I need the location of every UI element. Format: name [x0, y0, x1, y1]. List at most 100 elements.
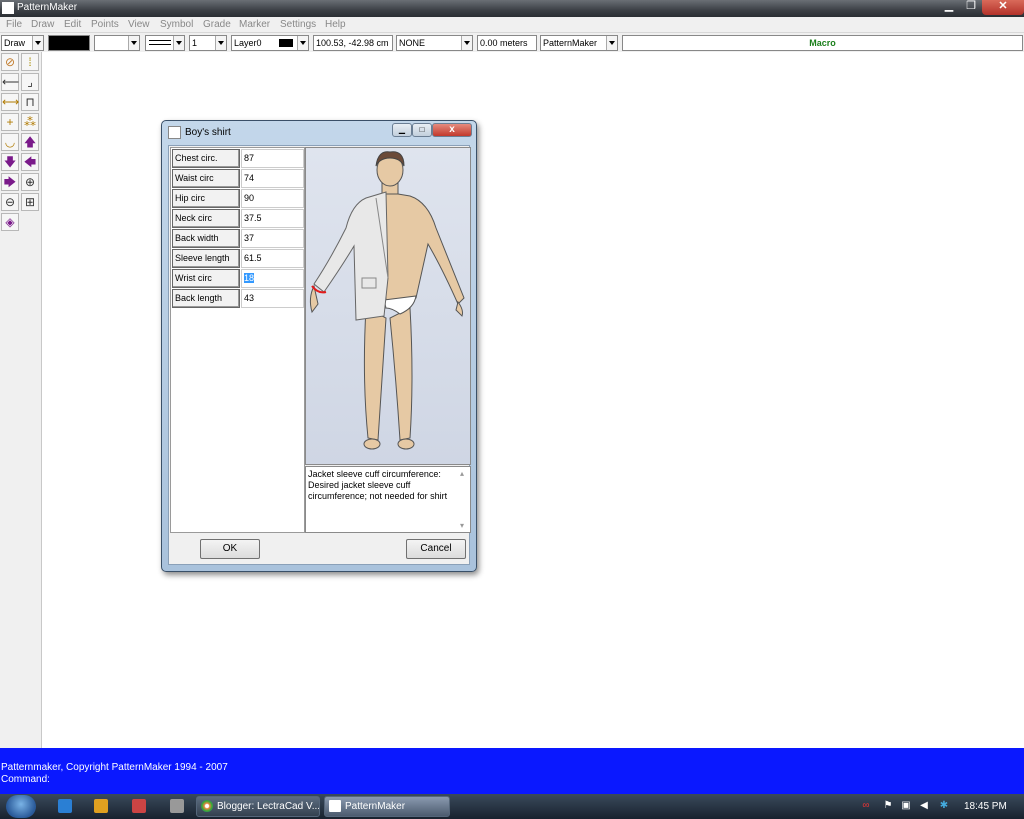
measurement-row: Hip circ 90 — [171, 188, 304, 208]
measurement-label: Wrist circ — [172, 269, 240, 288]
dialog-app-icon — [168, 126, 181, 139]
measurement-row: Sleeve length 61.5 — [171, 248, 304, 268]
menu-marker[interactable]: Marker — [239, 19, 270, 30]
chevron-down-icon — [215, 36, 226, 50]
chrome-icon — [201, 800, 213, 812]
command-prompt[interactable]: Command: — [1, 774, 50, 785]
bracket-tool-icon[interactable]: ⊓ — [21, 93, 39, 111]
measurement-row: Neck circ 37.5 — [171, 208, 304, 228]
flag-icon[interactable]: ⚑ — [882, 800, 894, 812]
description-scrollbar[interactable] — [460, 468, 469, 531]
copyright-text: Patternmaker, Copyright PatternMaker 199… — [1, 762, 228, 773]
circle-slash-tool-icon[interactable]: ⊘ — [1, 53, 19, 71]
layer-value: Layer0 — [234, 38, 262, 48]
measurement-label: Back width — [172, 229, 240, 248]
dialog-close-button[interactable]: x — [432, 123, 472, 137]
measurement-value-field[interactable]: 87 — [241, 149, 304, 168]
network-icon[interactable]: ▣ — [900, 800, 912, 812]
patternmaker-icon — [329, 800, 341, 812]
measurement-value-field[interactable]: 37.5 — [241, 209, 304, 228]
tray-infinity-icon[interactable]: ∞ — [860, 800, 872, 812]
mode-select[interactable]: Draw — [1, 35, 44, 51]
task-label: PatternMaker — [345, 801, 406, 812]
arrow-up-icon[interactable]: 🡅 — [21, 133, 39, 151]
measurement-value-field-selected[interactable]: 18 — [241, 269, 304, 288]
menu-file[interactable]: File — [6, 19, 22, 30]
app-select[interactable]: PatternMaker — [540, 35, 618, 51]
measurement-value-field[interactable]: 74 — [241, 169, 304, 188]
volume-icon[interactable]: ◀ — [918, 800, 930, 812]
boys-shirt-dialog: Boy's shirt ▁ □ x Chest circ. 87 Waist c… — [161, 120, 477, 572]
ok-button[interactable]: OK — [200, 539, 260, 559]
fill-select[interactable] — [94, 35, 140, 51]
measurement-row: Wrist circ 18 — [171, 268, 304, 288]
minimize-button[interactable]: ▁ — [938, 0, 960, 15]
measurement-label: Waist circ — [172, 169, 240, 188]
dialog-title: Boy's shirt — [185, 127, 231, 138]
line-width-select[interactable]: 1 — [189, 35, 227, 51]
arrow-left-icon[interactable]: 🡄 — [21, 153, 39, 171]
media-quicklaunch-icon[interactable] — [94, 799, 108, 813]
menu-grade[interactable]: Grade — [203, 19, 231, 30]
restore-button[interactable]: ❐ — [960, 0, 982, 15]
arrow-down-icon[interactable]: 🡇 — [1, 153, 19, 171]
menu-edit[interactable]: Edit — [64, 19, 81, 30]
color-swatch[interactable] — [48, 35, 90, 51]
menu-draw[interactable]: Draw — [31, 19, 54, 30]
dialog-maximize-button[interactable]: □ — [412, 123, 432, 137]
dialog-body: Chest circ. 87 Waist circ 74 Hip circ 90… — [168, 145, 471, 565]
close-button[interactable]: ✕ — [982, 0, 1024, 15]
measurement-row: Waist circ 74 — [171, 168, 304, 188]
measurement-value-field[interactable]: 37 — [241, 229, 304, 248]
menu-view[interactable]: View — [128, 19, 150, 30]
settings-tray-icon[interactable]: ✱ — [938, 800, 950, 812]
clock[interactable]: 18:45 PM — [964, 801, 1007, 812]
layer-color-swatch — [279, 39, 293, 47]
measurement-value-field[interactable]: 90 — [241, 189, 304, 208]
measurement-description: Jacket sleeve cuff circumference: Desire… — [305, 466, 471, 533]
measurement-value-field[interactable]: 43 — [241, 289, 304, 308]
taskbar-item-blogger[interactable]: Blogger: LectraCad V... — [196, 796, 320, 817]
dialog-minimize-button[interactable]: ▁ — [392, 123, 412, 137]
menu-points[interactable]: Points — [91, 19, 119, 30]
window-title: PatternMaker — [17, 2, 78, 13]
curve-tool-icon[interactable]: ◡ — [1, 133, 19, 151]
menu-bar: File Draw Edit Points View Symbol Grade … — [0, 17, 1024, 33]
line-left-tool-icon[interactable]: ⟵ — [1, 73, 19, 91]
arrow-right-icon[interactable]: 🡆 — [1, 173, 19, 191]
toolbar: Draw 1 Layer0 100.53, -42.98 cm NONE 0.0… — [0, 33, 1024, 52]
chevron-down-icon — [461, 36, 472, 50]
line-style-preview — [149, 40, 171, 45]
description-text: Jacket sleeve cuff circumference: Desire… — [308, 469, 448, 501]
body-figure-illustration — [309, 151, 465, 450]
menu-symbol[interactable]: Symbol — [160, 19, 193, 30]
measurement-value-field[interactable]: 61.5 — [241, 249, 304, 268]
measurement-label: Sleeve length — [172, 249, 240, 268]
macro-field[interactable]: Macro — [622, 35, 1023, 51]
taskbar: Blogger: LectraCad V... PatternMaker ∞ ⚑… — [0, 794, 1024, 819]
menu-settings[interactable]: Settings — [280, 19, 316, 30]
snap-select[interactable]: NONE — [396, 35, 473, 51]
grid-points-tool-icon[interactable]: ⁞ — [21, 53, 39, 71]
point-line-tool-icon[interactable]: ⟷ — [1, 93, 19, 111]
start-button[interactable] — [6, 795, 36, 818]
zoom-in-icon[interactable]: ⊕ — [21, 173, 39, 191]
line-style-select[interactable] — [145, 35, 185, 51]
browser-quicklaunch-icon[interactable] — [58, 799, 72, 813]
triangle-points-tool-icon[interactable]: ⁂ — [21, 113, 39, 131]
taskbar-item-patternmaker[interactable]: PatternMaker — [324, 796, 450, 817]
app-quicklaunch-icon[interactable] — [132, 799, 146, 813]
selected-value: 18 — [244, 273, 255, 283]
menu-help[interactable]: Help — [325, 19, 346, 30]
chevron-down-icon — [173, 36, 184, 50]
cross-tool-icon[interactable]: + — [1, 113, 19, 131]
zoom-out-icon[interactable]: ⊖ — [1, 193, 19, 211]
tool-palette: ⊘ ⁞ ⟵ ⌟ ⟷ ⊓ + ⁂ ◡ 🡅 🡇 🡄 🡆 ⊕ ⊖ ⊞ ◈ — [0, 52, 42, 748]
layer-select[interactable]: Layer0 — [231, 35, 309, 51]
body-figure-panel — [305, 147, 471, 465]
cancel-button[interactable]: Cancel — [406, 539, 466, 559]
grid-icon[interactable]: ⊞ — [21, 193, 39, 211]
corner-tool-icon[interactable]: ⌟ — [21, 73, 39, 91]
folder-quicklaunch-icon[interactable] — [170, 799, 184, 813]
eraser-icon[interactable]: ◈ — [1, 213, 19, 231]
